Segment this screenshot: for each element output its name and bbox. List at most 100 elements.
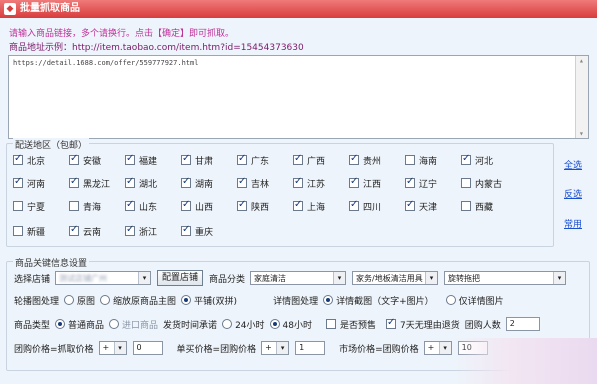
region-option[interactable]: 广东 <box>237 153 269 167</box>
region-option[interactable]: 重庆 <box>181 224 213 238</box>
single-price-input[interactable]: 1 <box>295 341 326 355</box>
region-option[interactable]: 湖南 <box>181 176 213 190</box>
region-option[interactable]: 海南 <box>405 153 437 167</box>
region-checkbox[interactable] <box>181 176 191 188</box>
region-checkbox[interactable] <box>405 155 415 165</box>
region-option[interactable]: 浙江 <box>125 224 157 238</box>
detail-image-radio-1[interactable] <box>445 295 456 305</box>
region-option[interactable]: 甘肃 <box>181 153 213 167</box>
region-checkbox[interactable] <box>237 176 247 188</box>
region-checkbox[interactable] <box>293 199 303 211</box>
region-option[interactable]: 贵州 <box>349 153 381 167</box>
region-option[interactable]: 河南 <box>13 176 45 190</box>
detail-image-radio-0[interactable] <box>323 295 334 305</box>
region-checkbox[interactable] <box>13 176 23 188</box>
single-price-operator-select[interactable]: + ▾ <box>261 341 290 355</box>
region-option[interactable]: 福建 <box>125 153 157 167</box>
region-label: 湖北 <box>139 179 158 190</box>
ship-radio-0[interactable] <box>222 319 233 329</box>
region-option[interactable]: 西藏 <box>461 199 493 213</box>
region-checkbox[interactable] <box>293 153 303 165</box>
category2-select[interactable]: 家务/地板清洁用具 ▾ <box>352 271 439 285</box>
category-label: 商品分类 <box>209 274 246 285</box>
group-price-input[interactable]: 0 <box>132 341 163 355</box>
region-checkbox[interactable] <box>13 201 23 211</box>
region-option[interactable]: 广西 <box>293 153 325 167</box>
region-option[interactable]: 江苏 <box>293 176 325 190</box>
region-option[interactable]: 新疆 <box>13 224 45 238</box>
region-checkbox[interactable] <box>125 153 135 165</box>
region-checkbox[interactable] <box>349 153 359 165</box>
common-regions-link[interactable]: 常用 <box>564 217 582 230</box>
region-option[interactable]: 上海 <box>293 199 325 213</box>
configure-shop-button[interactable]: 配置店铺 <box>157 270 204 286</box>
ship-radio-1[interactable] <box>269 319 280 329</box>
vertical-scrollbar[interactable] <box>575 56 588 138</box>
region-checkbox[interactable] <box>125 176 135 188</box>
region-option[interactable]: 天津 <box>405 199 437 213</box>
market-price-operator-select[interactable]: + ▾ <box>423 341 452 355</box>
type-radio-1[interactable] <box>109 319 120 329</box>
region-checkbox[interactable] <box>293 176 303 188</box>
region-checkbox[interactable] <box>461 201 471 211</box>
select-all-link[interactable]: 全选 <box>564 158 582 171</box>
region-option[interactable]: 辽宁 <box>405 176 437 190</box>
region-option[interactable]: 安徽 <box>69 153 101 167</box>
region-checkbox[interactable] <box>405 176 415 188</box>
region-checkbox[interactable] <box>13 226 23 236</box>
region-option[interactable]: 内蒙古 <box>461 176 502 190</box>
region-option[interactable]: 江西 <box>349 176 381 190</box>
region-option[interactable]: 吉林 <box>237 176 269 190</box>
region-checkbox[interactable] <box>13 153 23 165</box>
group-people-label: 团购人数 <box>464 320 501 331</box>
region-label: 安徽 <box>83 156 102 167</box>
region-checkbox[interactable] <box>461 178 471 188</box>
group-price-operator-select[interactable]: + ▾ <box>98 341 127 355</box>
url-textarea[interactable]: https://detail.1688.com/offer/559777927.… <box>8 55 589 139</box>
region-label: 江西 <box>363 179 382 190</box>
shop-select[interactable]: 测试店铺广州 ▾ <box>55 271 152 285</box>
main-image-radio-0[interactable] <box>64 295 75 305</box>
type-radio-0[interactable] <box>55 319 66 329</box>
region-checkbox[interactable] <box>69 201 79 211</box>
group-people-input[interactable]: 2 <box>505 317 540 331</box>
main-image-radio-2[interactable] <box>181 295 192 305</box>
main-image-radio-1[interactable] <box>100 295 111 305</box>
region-option[interactable]: 黑龙江 <box>69 176 110 190</box>
invert-selection-link[interactable]: 反选 <box>564 187 582 200</box>
region-checkbox[interactable] <box>125 199 135 211</box>
region-option[interactable]: 北京 <box>13 153 45 167</box>
region-checkbox[interactable] <box>69 224 79 236</box>
main-image-label: 轮播图处理 <box>14 296 60 307</box>
region-checkbox[interactable] <box>405 199 415 211</box>
region-option[interactable]: 山西 <box>181 199 213 213</box>
region-option[interactable]: 宁夏 <box>13 199 45 213</box>
region-checkbox[interactable] <box>69 176 79 188</box>
region-checkbox[interactable] <box>349 176 359 188</box>
region-option[interactable]: 青海 <box>69 199 101 213</box>
presale-label: 是否预售 <box>339 320 376 331</box>
region-option[interactable]: 云南 <box>69 224 101 238</box>
region-option[interactable]: 四川 <box>349 199 381 213</box>
region-checkbox[interactable] <box>237 153 247 165</box>
region-option[interactable]: 河北 <box>461 153 493 167</box>
region-option[interactable]: 陕西 <box>237 199 269 213</box>
category-select[interactable]: 家庭清洁 ▾ <box>250 271 347 285</box>
region-checkbox[interactable] <box>181 199 191 211</box>
region-checkbox[interactable] <box>125 224 135 236</box>
region-checkbox[interactable] <box>461 153 471 165</box>
region-label: 福建 <box>139 156 158 167</box>
region-option[interactable]: 山东 <box>125 199 157 213</box>
region-checkbox[interactable] <box>181 153 191 165</box>
region-checkbox[interactable] <box>237 199 247 211</box>
region-checkbox[interactable] <box>69 153 79 165</box>
chevron-down-icon: ▾ <box>276 342 289 354</box>
category3-select[interactable]: 旋转拖把 ▾ <box>444 271 567 285</box>
presale-checkbox[interactable] <box>325 319 336 329</box>
type-option-import: 进口商品 <box>122 320 159 331</box>
region-checkbox[interactable] <box>349 199 359 211</box>
region-option[interactable]: 湖北 <box>125 176 157 190</box>
seven-day-return-checkbox[interactable] <box>385 317 396 329</box>
region-label: 辽宁 <box>419 179 438 190</box>
region-checkbox[interactable] <box>181 224 191 236</box>
